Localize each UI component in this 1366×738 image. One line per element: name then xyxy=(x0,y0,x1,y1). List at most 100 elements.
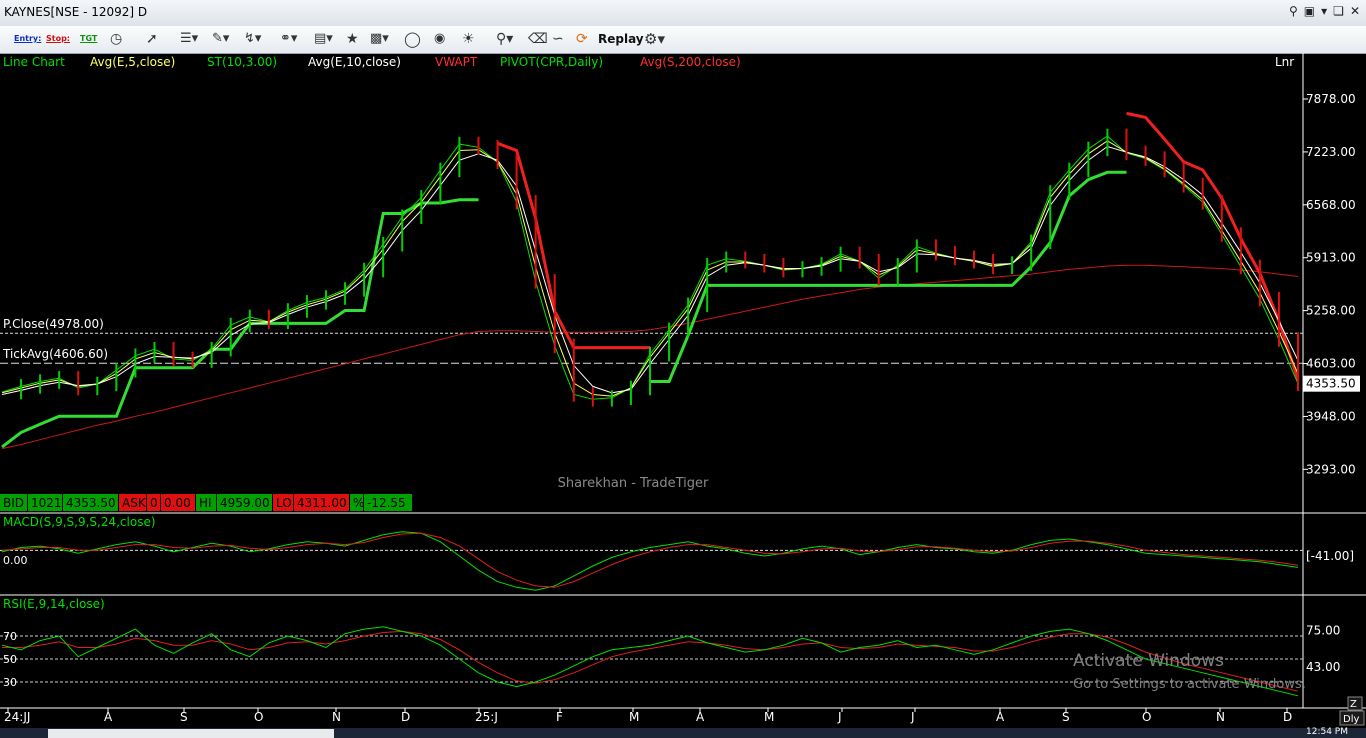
status-cell-label: BID xyxy=(3,496,24,510)
macd-line-1 xyxy=(1,532,1299,588)
rsi-left-tick: 50 xyxy=(3,653,17,666)
timer-icon[interactable]: ◷ xyxy=(110,30,122,48)
draw-line-icon[interactable]: ✎▾ xyxy=(212,30,229,48)
last-price-label: 4353.50 xyxy=(1306,377,1356,391)
chart-svg[interactable]: Line Chart Avg(E,5,close) ST(10,3.00) Av… xyxy=(0,53,1366,728)
time-tick-label: S xyxy=(180,710,188,724)
window-controls: ⚲ ▣ ▾ ❏ ✕ xyxy=(1289,4,1360,18)
indicator-legend: Line Chart Avg(E,5,close) ST(10,3.00) Av… xyxy=(3,55,741,69)
time-tick-label: J xyxy=(837,710,842,724)
legend-line-chart[interactable]: Line Chart xyxy=(3,55,65,69)
price-tick-label: 7878.00 xyxy=(1306,92,1356,106)
series-line-4 xyxy=(496,111,1300,381)
watermark: Sharekhan - TradeTiger xyxy=(558,476,709,491)
chart-area[interactable]: Line Chart Avg(E,5,close) ST(10,3.00) Av… xyxy=(0,53,1366,728)
time-tick-label: D xyxy=(401,710,410,724)
target-button[interactable]: TGT xyxy=(78,30,99,48)
rsi-label[interactable]: RSI(E,9,14,close) xyxy=(3,597,105,611)
window-icon[interactable]: ▣ xyxy=(1304,4,1315,18)
stop-button[interactable]: Stop: xyxy=(44,30,72,48)
time-tick-label: A xyxy=(996,710,1005,724)
window-title: KAYNES[NSE - 12092] D xyxy=(4,5,148,19)
link-icon[interactable]: ⚭▾ xyxy=(280,30,297,48)
favorite-icon[interactable]: ★ xyxy=(346,30,359,48)
rsi-left-tick: 30 xyxy=(3,676,17,689)
taskbar: 12:54 PM xyxy=(0,727,1366,738)
trend-icon[interactable]: ↯▾ xyxy=(244,30,261,48)
replay-button[interactable]: Replay xyxy=(598,30,644,48)
time-tick-label: N xyxy=(332,710,341,724)
macd-label[interactable]: MACD(S,9,S,9,S,24,close) xyxy=(3,515,156,529)
status-cell-label: 0 xyxy=(150,496,158,510)
macd-left-value: 0.00 xyxy=(3,554,28,567)
delete-icon[interactable]: ⌫ xyxy=(528,30,548,48)
macd-series xyxy=(0,531,1303,591)
period-label: Dly xyxy=(1343,714,1359,725)
ref-line-label: P.Close(4978.00) xyxy=(3,317,104,331)
compare-icon[interactable]: ◯ xyxy=(404,30,421,48)
legend-ema5[interactable]: Avg(E,5,close) xyxy=(90,55,175,69)
line-chart-icon[interactable]: ∽ xyxy=(552,30,564,48)
title-bar: KAYNES[NSE - 12092] D ⚲ ▣ ▾ ❏ ✕ xyxy=(0,0,1366,27)
price-tick-label: 7223.00 xyxy=(1306,145,1356,159)
replay-icon[interactable]: ⟳ xyxy=(576,30,588,48)
cursor-icon[interactable]: ➚ xyxy=(146,30,158,48)
zoom-toggle-label: Z xyxy=(1350,699,1357,710)
price-axis: 7878.00 7223.00 6568.00 5913.00 5258.00 4603.… xyxy=(1303,92,1360,476)
status-cell-label: 4311.00 xyxy=(297,496,347,510)
alert-icon[interactable]: ☀ xyxy=(462,30,475,48)
rsi-left-tick: 70 xyxy=(3,630,17,643)
status-cell-label: 0.00 xyxy=(164,496,191,510)
status-cell-label: 4959.00 xyxy=(220,496,270,510)
time-tick-label: D xyxy=(1283,710,1292,724)
time-tick-label: 25:J xyxy=(475,710,498,724)
time-tick-label: F xyxy=(556,710,563,724)
close-icon[interactable]: ✕ xyxy=(1350,4,1360,18)
time-tick-label: M xyxy=(764,710,774,724)
status-cell-label: 1021 xyxy=(31,496,62,510)
scanner-icon[interactable]: ◉ xyxy=(434,30,445,48)
zoom-icon[interactable]: ⚲▾ xyxy=(496,30,513,48)
price-tick-label: 5913.00 xyxy=(1306,251,1356,265)
macd-line-0 xyxy=(1,531,1299,591)
time-axis: 24:JJ A S O N D 25:J F M A M J J A S O N D xyxy=(4,708,1292,724)
rsi-right-tick: 43.00 xyxy=(1306,660,1340,674)
price-tick-label: 6568.00 xyxy=(1306,198,1356,212)
price-tick-label: 4603.00 xyxy=(1306,357,1356,371)
ref-line-label: TickAvg(4606.60) xyxy=(2,347,108,361)
scale-mode[interactable]: Lnr xyxy=(1275,55,1294,69)
status-cell-label: % xyxy=(353,496,364,510)
legend-pivot[interactable]: PIVOT(CPR,Daily) xyxy=(500,55,603,69)
legend-supertrend[interactable]: ST(10,3.00) xyxy=(207,55,277,69)
quote-status-bar: BID 1021 4353.50 ASK 0 0.00 HI 4959.00 LO 4311.00… xyxy=(0,494,412,511)
status-cell-label: LO xyxy=(276,496,292,510)
time-tick-label: J xyxy=(910,710,915,724)
indicator-icon[interactable]: ▩▾ xyxy=(370,30,389,48)
price-series xyxy=(1,111,1300,450)
reference-lines: P.Close(4978.00) TickAvg(4606.60) xyxy=(0,317,1303,364)
time-tick-label: 24:JJ xyxy=(4,710,30,724)
series-line-3 xyxy=(1,170,1127,449)
legend-ema10[interactable]: Avg(E,10,close) xyxy=(308,55,401,69)
time-tick-label: O xyxy=(254,710,263,724)
template-icon[interactable]: ▤▾ xyxy=(314,30,333,48)
time-tick-label: S xyxy=(1062,710,1070,724)
search-icon[interactable]: ⚲ xyxy=(1289,4,1298,18)
time-tick-label: A xyxy=(696,710,705,724)
macd-right-value: [-41.00] xyxy=(1306,549,1354,563)
restore-icon[interactable]: ❏ xyxy=(1333,4,1344,18)
legend-sma200[interactable]: Avg(S,200,close) xyxy=(640,55,741,69)
chart-type-icon[interactable]: ☰▾ xyxy=(180,30,198,48)
settings-gear-icon[interactable]: ⚙▾ xyxy=(644,30,665,48)
price-tick-label: 3948.00 xyxy=(1306,409,1356,423)
toolbar: Entry: Stop: TGT ◷ ➚ ☰▾ ✎▾ ↯▾ ⚭▾ ▤▾ ★ ▩▾… xyxy=(0,26,1366,54)
taskbar-search-field[interactable] xyxy=(48,729,334,738)
dropdown-icon[interactable]: ▾ xyxy=(1321,4,1327,18)
entry-button[interactable]: Entry: xyxy=(12,30,43,48)
price-tick-label: 3293.00 xyxy=(1306,462,1356,476)
status-cell-label: ASK xyxy=(122,496,147,510)
time-tick-label: A xyxy=(104,710,113,724)
activation-subtitle: Go to Settings to activate Windows. xyxy=(1073,677,1306,692)
legend-vwapt[interactable]: VWAPT xyxy=(435,55,478,69)
time-tick-label: M xyxy=(629,710,639,724)
